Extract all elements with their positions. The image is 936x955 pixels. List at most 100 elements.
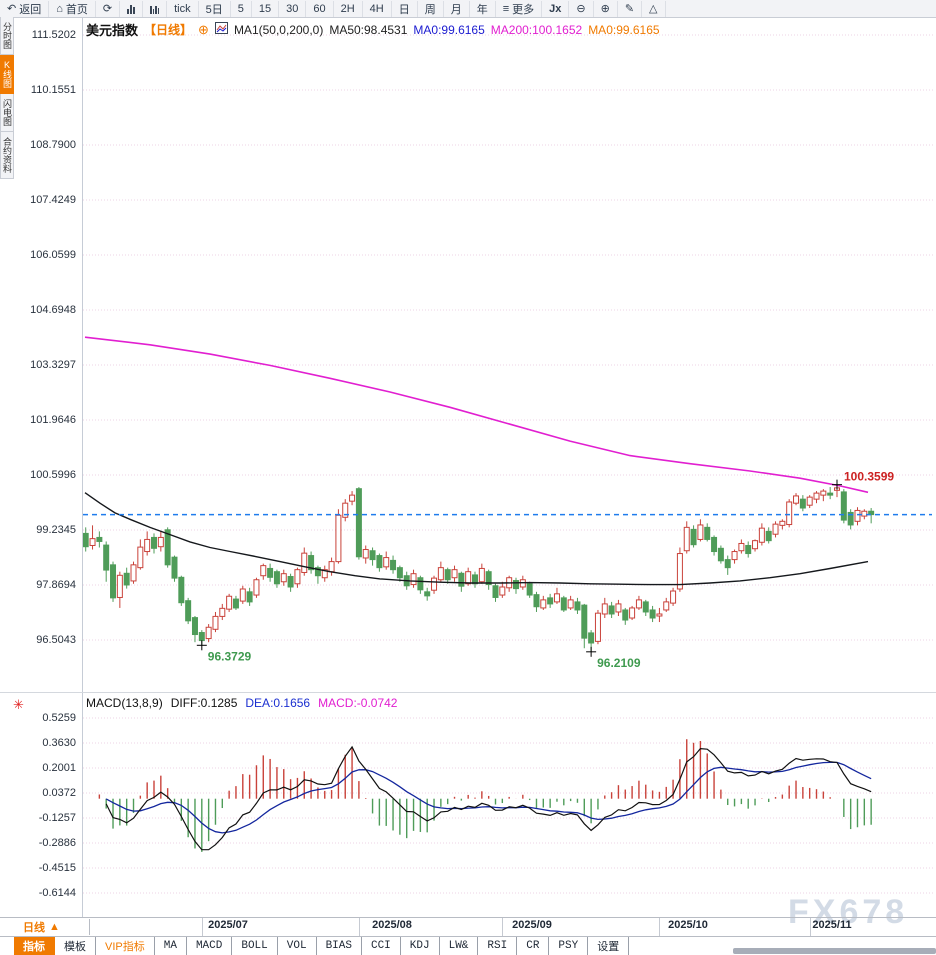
toolbar-item-draw[interactable]: ✎ xyxy=(618,1,642,17)
x-axis-month-label: 2025/08 xyxy=(372,919,412,931)
toolbar-item-period-5d[interactable]: 5日 xyxy=(199,1,231,17)
candle-body xyxy=(807,497,812,505)
chart-mode-tabs: 分时图K线图闪电图合约资料 xyxy=(0,17,14,179)
candle-body xyxy=(131,565,136,581)
toolbar-item-shapes[interactable]: △ xyxy=(642,1,665,17)
candle-body xyxy=(145,539,150,551)
toolbar-item-period-2h[interactable]: 2H xyxy=(334,1,363,17)
ma-chart-icon[interactable] xyxy=(215,22,228,37)
indicator-settings-icon[interactable]: ✳ xyxy=(13,697,24,713)
candle-body xyxy=(254,580,259,595)
candle-body xyxy=(90,539,95,546)
candle-body xyxy=(391,560,396,569)
shapes-icon: △ xyxy=(649,1,657,17)
x-axis-separator xyxy=(810,918,811,936)
candle-body xyxy=(739,543,744,550)
add-compare-icon[interactable]: ⊕ xyxy=(198,22,209,38)
side-tab-1[interactable]: K线图 xyxy=(0,55,14,94)
toolbar-item-chart-type[interactable] xyxy=(120,1,143,17)
bar-chart-icon xyxy=(127,4,135,14)
candle-body xyxy=(240,589,245,601)
price-axis-label: 106.0599 xyxy=(10,249,76,261)
indicator-tab-CR[interactable]: CR xyxy=(517,937,549,955)
price-axis-label: 103.3297 xyxy=(10,359,76,371)
indicator-tab-PSY[interactable]: PSY xyxy=(549,937,588,955)
refresh-icon: ⟳ xyxy=(103,1,112,17)
side-tab-0[interactable]: 分时图 xyxy=(0,17,14,55)
period-year-label: 年 xyxy=(477,1,488,17)
candle-body xyxy=(568,600,573,608)
x-axis-separator xyxy=(202,918,203,936)
macd-axis-label: -0.1257 xyxy=(10,812,76,824)
toolbar-item-back[interactable]: ↶返回 xyxy=(0,1,49,17)
period-30-label: 30 xyxy=(286,3,298,15)
indicator-tab-设置[interactable]: 设置 xyxy=(588,937,629,955)
indicator-tab-KDJ[interactable]: KDJ xyxy=(401,937,440,955)
indicator-tab-模板[interactable]: 模板 xyxy=(55,937,96,955)
toolbar-item-zoom-in[interactable]: ⊕ xyxy=(594,1,618,17)
toolbar-item-period-month[interactable]: 月 xyxy=(444,1,470,17)
timeframe-selector[interactable]: 日线 ▲ xyxy=(15,919,90,935)
draw-icon: ✎ xyxy=(625,1,634,17)
toolbar-item-period-week[interactable]: 周 xyxy=(418,1,444,17)
indicator-tab-MACD[interactable]: MACD xyxy=(187,937,232,955)
toolbar-item-refresh[interactable]: ⟳ xyxy=(96,1,120,17)
candle-body xyxy=(800,499,805,508)
macd-axis-label: 0.2001 xyxy=(10,762,76,774)
toolbar-item-home[interactable]: ⌂首页 xyxy=(49,1,96,17)
indicator-tab-RSI[interactable]: RSI xyxy=(478,937,517,955)
side-tab-3[interactable]: 合约资料 xyxy=(0,132,14,179)
indicator-tab-CCI[interactable]: CCI xyxy=(362,937,401,955)
toolbar-item-more[interactable]: ≡更多 xyxy=(496,1,542,17)
indicator-tab-LW&[interactable]: LW& xyxy=(440,937,479,955)
toolbar-item-period-year[interactable]: 年 xyxy=(470,1,496,17)
candle-body xyxy=(766,531,771,540)
candle-body xyxy=(671,591,676,603)
price-annotation: 96.3729 xyxy=(208,649,252,663)
indicator-tab-MA[interactable]: MA xyxy=(155,937,187,955)
toolbar-item-volume[interactable] xyxy=(143,1,167,17)
toolbar-item-indicator-fx[interactable]: Jx xyxy=(542,1,569,17)
toolbar-item-zoom-out[interactable]: ⊖ xyxy=(569,1,593,17)
toolbar-item-period-tick[interactable]: tick xyxy=(167,1,199,17)
toolbar-item-period-30[interactable]: 30 xyxy=(279,1,306,17)
candle-body xyxy=(268,568,273,577)
toolbar-item-period-4h[interactable]: 4H xyxy=(363,1,392,17)
candle-body xyxy=(616,604,621,612)
indicator-tab-VIP指标[interactable]: VIP指标 xyxy=(96,937,155,955)
ma50-value: MA50:98.4531 xyxy=(329,23,407,37)
candle-body xyxy=(821,491,826,495)
candle-body xyxy=(247,592,252,602)
period-month-label: 月 xyxy=(451,1,462,17)
indicator-tabs-row: 指标模板VIP指标MAMACDBOLLVOLBIASCCIKDJLW&RSICR… xyxy=(14,937,629,955)
more-label: 更多 xyxy=(512,1,534,17)
candle-body xyxy=(575,602,580,610)
indicator-tab-BOLL[interactable]: BOLL xyxy=(232,937,277,955)
candle-body xyxy=(841,492,846,520)
candle-body xyxy=(643,602,648,612)
candle-body xyxy=(186,601,191,621)
toolbar-item-period-60[interactable]: 60 xyxy=(306,1,333,17)
candle-body xyxy=(281,574,286,582)
macd-dea-value: DEA:0.1656 xyxy=(245,696,310,710)
candle-body xyxy=(561,598,566,610)
candle-body xyxy=(411,574,416,585)
toolbar-item-period-day[interactable]: 日 xyxy=(392,1,418,17)
candle-body xyxy=(445,570,450,580)
candle-body xyxy=(432,578,437,590)
side-tab-2[interactable]: 闪电图 xyxy=(0,94,14,132)
candle-body xyxy=(192,618,197,635)
price-axis-label: 97.8694 xyxy=(10,579,76,591)
toolbar-item-period-15[interactable]: 15 xyxy=(252,1,279,17)
candle-body xyxy=(705,527,710,539)
indicator-tab-BIAS[interactable]: BIAS xyxy=(317,937,362,955)
indicator-tab-指标[interactable]: 指标 xyxy=(14,937,55,955)
indicator-fx-label: Jx xyxy=(549,3,561,15)
x-axis-month-label: 2025/11 xyxy=(812,919,851,931)
toolbar-item-period-5[interactable]: 5 xyxy=(231,1,252,17)
horizontal-scrollbar-thumb[interactable] xyxy=(733,948,936,954)
candle-body xyxy=(206,627,211,638)
indicator-tab-VOL[interactable]: VOL xyxy=(278,937,317,955)
candle-body xyxy=(152,537,157,548)
candle-body xyxy=(636,600,641,608)
